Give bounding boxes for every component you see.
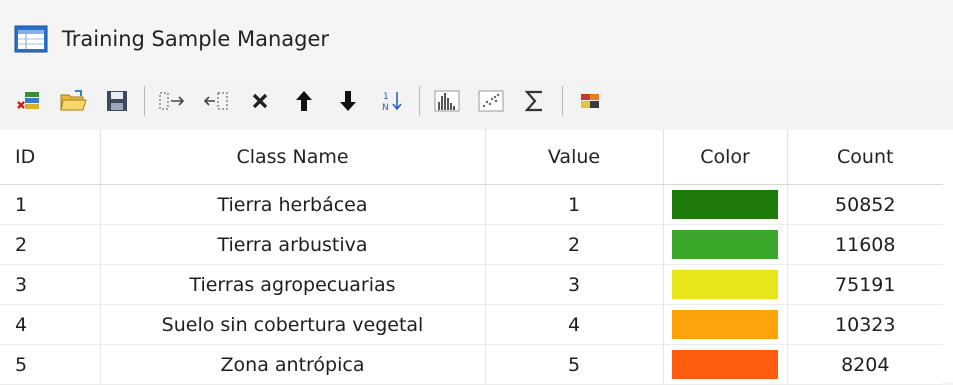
cell-count[interactable]: 50852 <box>787 184 943 225</box>
cell-value[interactable]: 3 <box>485 264 664 305</box>
delete-all-button[interactable] <box>12 84 46 118</box>
sort-icon: 1 N <box>382 92 402 113</box>
column-header-value[interactable]: Value <box>485 130 664 185</box>
cell-value[interactable]: 2 <box>485 224 664 265</box>
export-button[interactable] <box>573 84 607 118</box>
cell-count[interactable]: 10323 <box>787 304 943 345</box>
split-button[interactable] <box>199 84 233 118</box>
table-row[interactable]: 3 Tierras agropecuarias 3 75191 <box>0 264 943 305</box>
column-header-count[interactable]: Count <box>787 130 943 185</box>
window-title: Training Sample Manager <box>62 27 330 51</box>
cell-value[interactable]: 4 <box>485 304 664 345</box>
delete-icon <box>252 93 268 109</box>
cell-id[interactable]: 4 <box>0 304 101 345</box>
table-row[interactable]: 4 Suelo sin cobertura vegetal 4 10323 <box>0 304 943 345</box>
delete-button[interactable] <box>243 84 277 118</box>
save-icon <box>107 91 127 111</box>
cell-class-name[interactable]: Tierra herbácea <box>100 184 486 225</box>
cell-color[interactable] <box>663 264 788 305</box>
table-app-icon <box>14 25 48 53</box>
color-swatch[interactable] <box>672 190 778 219</box>
training-samples-table: ID Class Name Value Color Count 1 Tierra … <box>0 130 943 385</box>
svg-text:N: N <box>382 103 389 113</box>
cell-color[interactable] <box>663 224 788 265</box>
cell-class-name[interactable]: Zona antrópica <box>100 344 486 385</box>
column-header-id[interactable]: ID <box>0 130 101 185</box>
open-folder-icon <box>60 90 87 111</box>
sort-button[interactable]: 1 N <box>375 84 409 118</box>
toolbar-separator <box>144 86 145 116</box>
svg-text:1: 1 <box>383 92 389 102</box>
table-row[interactable]: 1 Tierra herbácea 1 50852 <box>0 184 943 225</box>
toolbar: 1 N <box>0 78 953 124</box>
cell-color[interactable] <box>663 184 788 225</box>
move-down-button[interactable] <box>331 84 365 118</box>
merge-button[interactable] <box>155 84 189 118</box>
cell-id[interactable]: 1 <box>0 184 101 225</box>
cell-id[interactable]: 5 <box>0 344 101 385</box>
cell-count[interactable]: 11608 <box>787 224 943 265</box>
cell-count[interactable]: 8204 <box>787 344 943 385</box>
color-swatch[interactable] <box>672 270 778 299</box>
color-swatch[interactable] <box>672 230 778 259</box>
move-down-icon <box>340 91 356 111</box>
cell-id[interactable]: 2 <box>0 224 101 265</box>
color-swatch[interactable] <box>672 310 778 339</box>
open-button[interactable] <box>56 84 90 118</box>
table-header-row: ID Class Name Value Color Count <box>0 130 943 185</box>
training-sample-manager-window: Training Sample Manager 1 N ID Class Nam… <box>0 0 953 385</box>
cell-class-name[interactable]: Suelo sin cobertura vegetal <box>100 304 486 345</box>
cell-id[interactable]: 3 <box>0 264 101 305</box>
export-icon <box>581 94 599 108</box>
title-bar: Training Sample Manager <box>0 0 953 78</box>
toolbar-separator <box>419 86 420 116</box>
sum-icon <box>524 90 542 112</box>
split-icon <box>203 92 228 110</box>
save-button[interactable] <box>100 84 134 118</box>
toolbar-separator <box>562 86 563 116</box>
cell-count[interactable]: 75191 <box>787 264 943 305</box>
cell-color[interactable] <box>663 304 788 345</box>
cell-color[interactable] <box>663 344 788 385</box>
scatterplot-button[interactable] <box>474 84 508 118</box>
move-up-icon <box>296 91 312 111</box>
table-row[interactable]: 2 Tierra arbustiva 2 11608 <box>0 224 943 265</box>
cell-class-name[interactable]: Tierras agropecuarias <box>100 264 486 305</box>
column-header-color[interactable]: Color <box>663 130 788 185</box>
color-swatch[interactable] <box>672 350 778 379</box>
cell-class-name[interactable]: Tierra arbustiva <box>100 224 486 265</box>
merge-icon <box>159 92 185 110</box>
cell-value[interactable]: 1 <box>485 184 664 225</box>
delete-all-icon <box>17 92 39 109</box>
training-samples-table-container: ID Class Name Value Color Count 1 Tierra … <box>0 130 953 385</box>
scatterplot-icon <box>478 90 504 112</box>
move-up-button[interactable] <box>287 84 321 118</box>
histogram-button[interactable] <box>430 84 464 118</box>
statistics-button[interactable] <box>518 84 552 118</box>
table-row[interactable]: 5 Zona antrópica 5 8204 <box>0 344 943 385</box>
column-header-class-name[interactable]: Class Name <box>100 130 486 185</box>
histogram-icon <box>434 90 460 112</box>
cell-value[interactable]: 5 <box>485 344 664 385</box>
